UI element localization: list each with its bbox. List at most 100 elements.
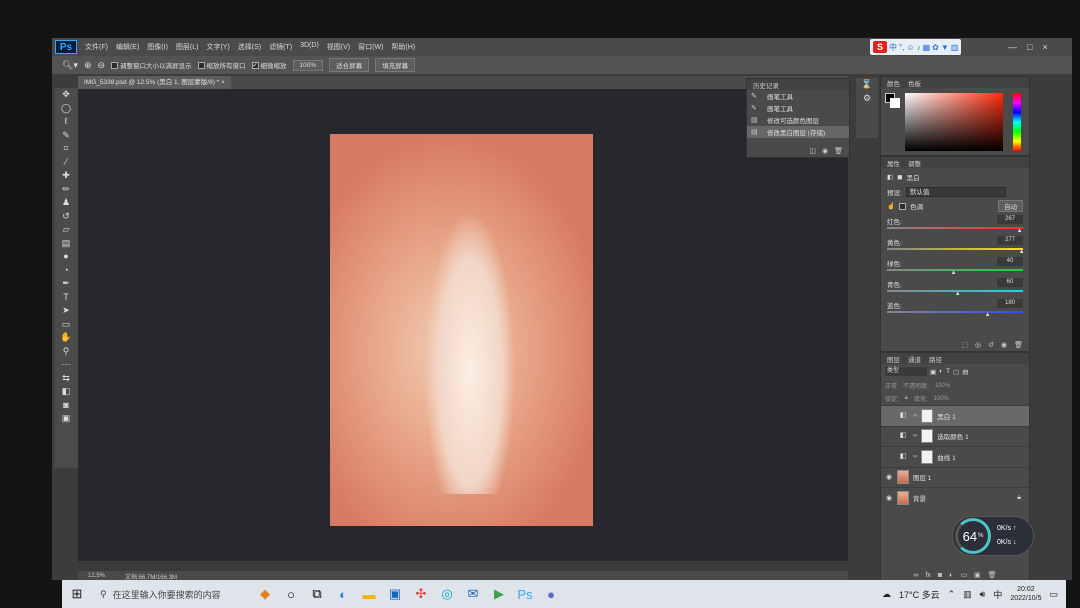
new-group-icon[interactable]: ▭ [960, 571, 967, 579]
hand-tool-icon[interactable]: ✋ [54, 331, 78, 345]
tab-properties[interactable]: 属性 [887, 158, 900, 168]
sogou-logo-icon[interactable]: S [873, 41, 887, 53]
tint-checkbox[interactable] [899, 202, 907, 210]
blur-tool-icon[interactable]: ● [54, 250, 78, 264]
tab-color[interactable]: 颜色 [887, 78, 900, 88]
link-icon[interactable]: ∞ [913, 454, 917, 460]
menu-item[interactable]: 文字(Y) [202, 42, 233, 52]
color-picker-field[interactable] [905, 93, 1003, 151]
filter-adjust-icon[interactable]: ◐ [939, 368, 943, 375]
slider-thumb-icon[interactable]: ▲ [955, 291, 961, 297]
filter-smart-icon[interactable]: ▤ [962, 368, 968, 376]
new-layer-icon[interactable]: ▣ [974, 571, 981, 579]
zoom-tool-icon[interactable]: ⚲ [54, 345, 78, 359]
crop-tool-icon[interactable]: ⌗ [54, 142, 78, 156]
document-tab[interactable]: IMG_5338.psd @ 12.5% (黑白 1, 图层蒙版/8) * × [78, 76, 231, 89]
horizontal-scrollbar[interactable] [78, 561, 848, 570]
path-select-tool-icon[interactable]: ➤ [54, 304, 78, 318]
mail-icon[interactable]: ✉ [460, 581, 486, 607]
link-icon[interactable]: ∞ [913, 433, 917, 439]
menu-item[interactable]: 滤镜(T) [265, 42, 296, 52]
tray-overflow-icon[interactable]: ⌃ [948, 589, 956, 600]
brush-tool-icon[interactable]: ✏ [54, 183, 78, 197]
visibility-eye-icon[interactable]: ◉ [1001, 341, 1007, 349]
view-previous-icon[interactable]: ◎ [975, 341, 981, 349]
emoji-icon[interactable]: ☺ [906, 43, 914, 52]
taskbar-search[interactable]: ⚲ 在这里输入你要搜索的内容 [92, 583, 252, 605]
menu-item[interactable]: 视图(V) [323, 42, 354, 52]
fg-bg-colors-icon[interactable]: ◧ [54, 385, 78, 399]
quick-mask-icon[interactable]: ◙ [54, 399, 78, 413]
snapshot-camera-icon[interactable]: ◉ [822, 147, 828, 157]
visibility-eye-icon[interactable]: ◉ [885, 494, 893, 502]
history-item[interactable]: ✎ 画笔工具 [747, 102, 849, 114]
close-button[interactable]: × [1042, 42, 1047, 52]
marquee-tool-icon[interactable]: ◯ [54, 102, 78, 116]
channel-slider[interactable]: 黄色: 277 ▲ [881, 235, 1029, 256]
zoom-all-checkbox[interactable]: 缩放所有窗口 [197, 60, 246, 70]
channel-slider[interactable]: 蓝色: 180 ▲ [881, 298, 1029, 319]
layer-row[interactable]: ◧ ∞ 黑白 1 [881, 405, 1029, 426]
trash-icon[interactable]: 🗑︎ [988, 571, 997, 579]
new-document-icon[interactable]: ◫ [809, 147, 816, 157]
resize-windows-checkbox[interactable]: 调整窗口大小以满屏显示 [111, 60, 192, 70]
menu-item[interactable]: 文件(F) [81, 42, 112, 52]
explorer-icon[interactable]: ▬ [356, 581, 382, 607]
blend-mode-select[interactable]: 正常 [885, 381, 897, 390]
history-item[interactable]: ▤ 修改可选颜色图层 [747, 114, 849, 126]
lock-icon[interactable]: 🔒︎ [1017, 494, 1021, 502]
menu-item[interactable]: 帮助(H) [387, 42, 419, 52]
fit-screen-button[interactable]: 适合屏幕 [329, 58, 370, 72]
store-icon[interactable]: ▣ [382, 581, 408, 607]
mic-icon[interactable]: ♪ [917, 43, 921, 52]
layer-thumbnail[interactable] [897, 490, 909, 505]
ime-lang-toggle[interactable]: 中 [889, 42, 897, 53]
slider-track[interactable] [887, 227, 1023, 229]
restore-button[interactable]: □ [1027, 42, 1032, 52]
channel-slider[interactable]: 青色: 60 ▲ [881, 277, 1029, 298]
trash-icon[interactable]: 🗑︎ [1014, 341, 1023, 349]
more-tools-icon[interactable]: ··· [54, 358, 78, 372]
edge-icon[interactable]: ◐ [330, 581, 356, 607]
clip-to-layer-icon[interactable]: ⬚ [961, 341, 968, 349]
fill-screen-button[interactable]: 填充屏幕 [375, 58, 416, 72]
healing-brush-tool-icon[interactable]: ✚ [54, 169, 78, 183]
volume-icon[interactable]: 🔊︎ [980, 589, 986, 600]
reset-icon[interactable]: ↺ [988, 341, 994, 349]
properties-panel-icon[interactable]: ⚙ [856, 92, 878, 106]
filter-shape-icon[interactable]: ▢ [953, 368, 959, 376]
photoshop-icon[interactable]: Ps [512, 581, 538, 607]
layer-name[interactable]: 黑白 1 [937, 411, 955, 421]
player-icon[interactable]: ▶ [486, 581, 512, 607]
layer-filter-select[interactable]: 类型 [885, 367, 927, 376]
quick-select-tool-icon[interactable]: ✎ [54, 129, 78, 143]
weather-icon[interactable]: ☁ [882, 589, 891, 600]
slider-value-input[interactable]: 180 [997, 299, 1023, 308]
slider-track[interactable] [887, 248, 1023, 250]
layer-mask-thumbnail[interactable] [921, 408, 934, 423]
scrubby-zoom-checkbox[interactable]: ✓ 细微缩放 [251, 60, 287, 70]
shirt-icon[interactable]: ▼ [941, 43, 949, 52]
gradient-tool-icon[interactable]: ▤ [54, 237, 78, 251]
weather-text[interactable]: 17°C 多云 [899, 588, 940, 601]
lock-icon[interactable]: 🔒︎ [905, 395, 908, 402]
menu-item[interactable]: 编辑(E) [112, 42, 143, 52]
grid-icon[interactable]: ▥ [951, 43, 959, 52]
cortana-icon[interactable]: ○ [278, 581, 304, 607]
link-layers-icon[interactable]: ∞ [913, 572, 918, 579]
slider-thumb-icon[interactable]: ▲ [985, 312, 991, 318]
slider-thumb-icon[interactable]: ▲ [951, 270, 957, 276]
filter-type-icon[interactable]: T [946, 368, 950, 375]
layer-name[interactable]: 曲线 1 [937, 452, 955, 462]
canvas-area[interactable] [78, 89, 848, 570]
document-canvas[interactable] [330, 134, 593, 526]
swap-colors-icon[interactable]: ⇆ [54, 372, 78, 386]
history-brush-tool-icon[interactable]: ↺ [54, 210, 78, 224]
tab-history[interactable]: 历史记录 [753, 80, 779, 90]
clone-stamp-tool-icon[interactable]: ♟ [54, 196, 78, 210]
visibility-eye-icon[interactable]: ◉ [885, 473, 893, 481]
history-item[interactable]: ▤ 修改黑白图层 (存储) [747, 126, 849, 138]
ime-toolbar[interactable]: S 中 °, ☺ ♪ ▦ ✿ ▼ ▥ [870, 39, 962, 55]
screen-mode-icon[interactable]: ▣ [54, 412, 78, 426]
zoom-in-icon[interactable]: ⊕ [84, 60, 92, 71]
